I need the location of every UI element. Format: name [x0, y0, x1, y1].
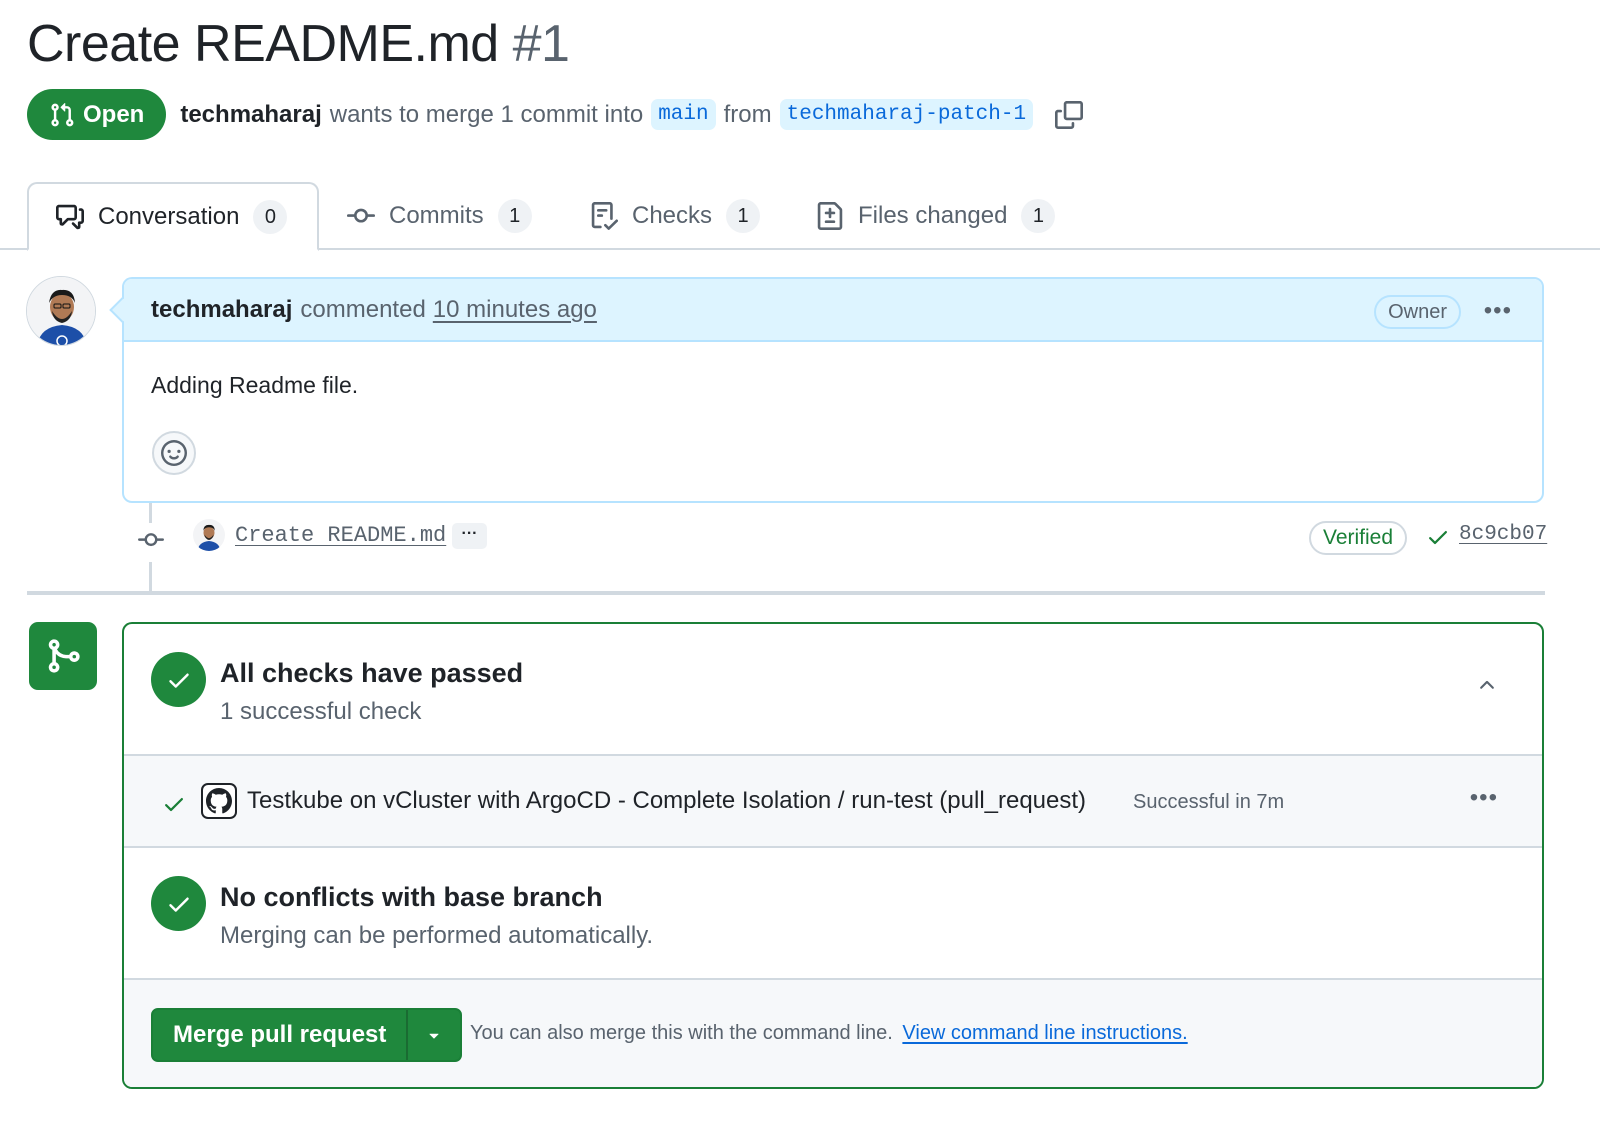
conflicts-subtitle: Merging can be performed automatically. [220, 922, 654, 949]
github-logo-icon [201, 783, 237, 819]
tab-counter: 0 [253, 199, 288, 234]
state-badge: Open [27, 89, 167, 140]
tab-files-changed[interactable]: Files changed 1 [816, 182, 1056, 250]
comment-author[interactable]: techmaharaj [151, 296, 292, 324]
page-title: Create README.md #1 [27, 14, 570, 74]
file-diff-icon [817, 202, 843, 230]
git-commit-icon [347, 208, 375, 223]
copy-icon [1055, 100, 1084, 129]
checks-summary[interactable]: All checks have passed 1 successful chec… [124, 624, 1542, 756]
merge-pull-request-button[interactable]: Merge pull request [153, 1010, 409, 1060]
commit-author-avatar[interactable] [193, 519, 225, 551]
pr-tabs: Conversation 0 Commits 1 Checks 1 Files … [0, 182, 1600, 251]
chevron-up-icon[interactable] [1476, 674, 1498, 701]
check-options-icon[interactable]: ••• [1470, 784, 1498, 812]
state-label: Open [83, 100, 145, 128]
commit-row: Create README.md ··· Verified 8c9cb07 [0, 515, 1600, 562]
head-branch[interactable]: techmaharaj-patch-1 [779, 99, 1034, 130]
tab-label: Files changed [858, 202, 1008, 229]
check-circle-icon [151, 652, 206, 707]
checks-title: All checks have passed [220, 658, 524, 688]
merge-text: wants to merge 1 commit into [329, 100, 644, 128]
comment-header: techmaharaj commented 10 minutes ago [124, 279, 1542, 342]
command-line-instructions-link[interactable]: View command line instructions. [902, 1022, 1187, 1044]
from-text: from [723, 100, 772, 128]
merge-method-dropdown[interactable] [408, 1010, 460, 1060]
git-commit-icon [136, 523, 166, 562]
git-pull-request-icon [51, 102, 74, 126]
pr-meta: Open techmaharaj wants to merge 1 commit… [27, 89, 1084, 140]
tab-label: Conversation [98, 202, 240, 230]
comment-options-icon[interactable]: ••• [1484, 297, 1512, 325]
base-branch[interactable]: main [651, 99, 716, 130]
merge-button-group: Merge pull request [151, 1008, 463, 1062]
check-name: Testkube on vCluster with ArgoCD - Compl… [247, 787, 1087, 814]
pr-number: #1 [512, 15, 570, 73]
timeline-divider [27, 591, 1545, 595]
conflicts-section: No conflicts with base branch Merging ca… [124, 848, 1542, 980]
verified-badge[interactable]: Verified [1309, 521, 1408, 555]
copy-button[interactable] [1055, 100, 1084, 129]
tab-counter: 1 [726, 199, 761, 233]
tab-conversation[interactable]: Conversation 0 [27, 182, 319, 251]
conflicts-title: No conflicts with base branch [220, 882, 603, 912]
comment-card: techmaharaj commented 10 minutes ago Own… [109, 277, 1544, 503]
merge-help-label: You can also merge this with the command… [470, 1022, 893, 1044]
checks-subtitle: 1 successful check [220, 698, 422, 725]
comment-discussion-icon [56, 204, 84, 229]
merge-box: All checks have passed 1 successful chec… [122, 622, 1544, 1089]
user-avatar-image [27, 277, 95, 345]
avatar[interactable] [26, 276, 96, 346]
tab-counter: 1 [1021, 199, 1056, 233]
commit-message-link[interactable]: Create README.md [235, 523, 446, 548]
tab-checks[interactable]: Checks 1 [590, 182, 761, 250]
commit-sha-link[interactable]: 8c9cb07 [1459, 523, 1547, 546]
merge-description: techmaharaj wants to merge 1 commit into… [180, 99, 1041, 130]
tab-label: Commits [389, 202, 484, 229]
owner-badge: Owner [1374, 295, 1461, 329]
checklist-icon [591, 202, 618, 230]
pr-title-text: Create README.md [27, 15, 499, 73]
commit-expand-button[interactable]: ··· [452, 523, 487, 549]
check-icon[interactable] [1426, 525, 1450, 554]
comment-timestamp[interactable]: 10 minutes ago [433, 296, 597, 324]
triangle-down-icon [429, 1033, 439, 1039]
merge-actions: Merge pull request You can also merge th… [124, 980, 1542, 1087]
check-status: Successful in 7m [1133, 791, 1285, 813]
smiley-icon [161, 440, 187, 466]
check-icon [162, 792, 186, 821]
tab-commits[interactable]: Commits 1 [347, 182, 532, 250]
tab-counter: 1 [497, 199, 532, 233]
author-link[interactable]: techmaharaj [180, 101, 321, 129]
comment-action: commented [300, 295, 426, 323]
merge-help-text: You can also merge this with the command… [470, 1022, 1188, 1045]
git-merge-icon [29, 622, 97, 690]
tab-label: Checks [632, 202, 713, 229]
check-run-row[interactable]: Testkube on vCluster with ArgoCD - Compl… [124, 756, 1542, 848]
comment-body: Adding Readme file. [151, 372, 359, 398]
check-circle-icon [151, 876, 206, 931]
add-reaction-button[interactable] [152, 431, 196, 475]
